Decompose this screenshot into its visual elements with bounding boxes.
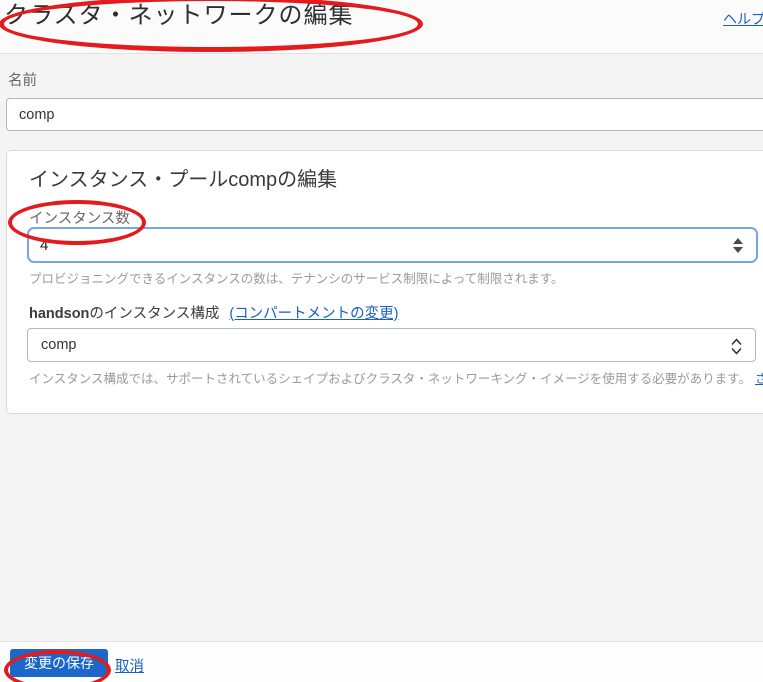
select-chevron-icon xyxy=(731,337,742,356)
learn-more-link[interactable]: さらに学ぶ xyxy=(755,372,763,386)
instance-count-help: プロビジョニングできるインスタンスの数は、テナンシのサービス制限によって制限され… xyxy=(29,268,564,287)
card-title: インスタンス・プールcompの編集 xyxy=(29,163,337,192)
instance-config-label: handsonのインスタンス構成 (コンパートメントの変更) xyxy=(29,302,399,323)
save-changes-button[interactable]: 変更の保存 xyxy=(10,649,108,677)
instance-config-selected-value: comp xyxy=(41,337,76,353)
instance-config-help: インスタンス構成では、サポートされているシェイプおよびクラスタ・ネットワーキング… xyxy=(29,368,763,387)
panel-footer: 変更の保存 取消 xyxy=(0,641,763,682)
name-label: 名前 xyxy=(8,69,37,90)
compartment-name: handson xyxy=(29,306,89,322)
name-input[interactable] xyxy=(6,98,763,131)
help-link[interactable]: ヘルプ xyxy=(723,9,763,29)
instance-count-label: インスタンス数 xyxy=(29,207,130,228)
change-compartment-link[interactable]: (コンパートメントの変更) xyxy=(229,306,398,322)
instance-pool-card: インスタンス・プールcompの編集 インスタンス数 プロビジョニングできるインス… xyxy=(6,150,763,414)
cancel-link[interactable]: 取消 xyxy=(115,655,144,676)
page-title: クラスタ・ネットワークの編集 xyxy=(4,0,354,30)
number-stepper-icon[interactable] xyxy=(732,237,744,254)
instance-config-help-text: インスタンス構成では、サポートされているシェイプおよびクラスタ・ネットワーキング… xyxy=(29,372,751,386)
instance-config-select[interactable]: comp xyxy=(27,328,756,362)
edit-cluster-network-panel: クラスタ・ネットワークの編集 ヘルプ 名前 インスタンス・プールcompの編集 … xyxy=(0,0,763,682)
instance-count-input[interactable] xyxy=(27,227,758,263)
panel-header: クラスタ・ネットワークの編集 ヘルプ xyxy=(0,0,763,54)
instance-config-label-text: のインスタンス構成 xyxy=(89,306,219,322)
